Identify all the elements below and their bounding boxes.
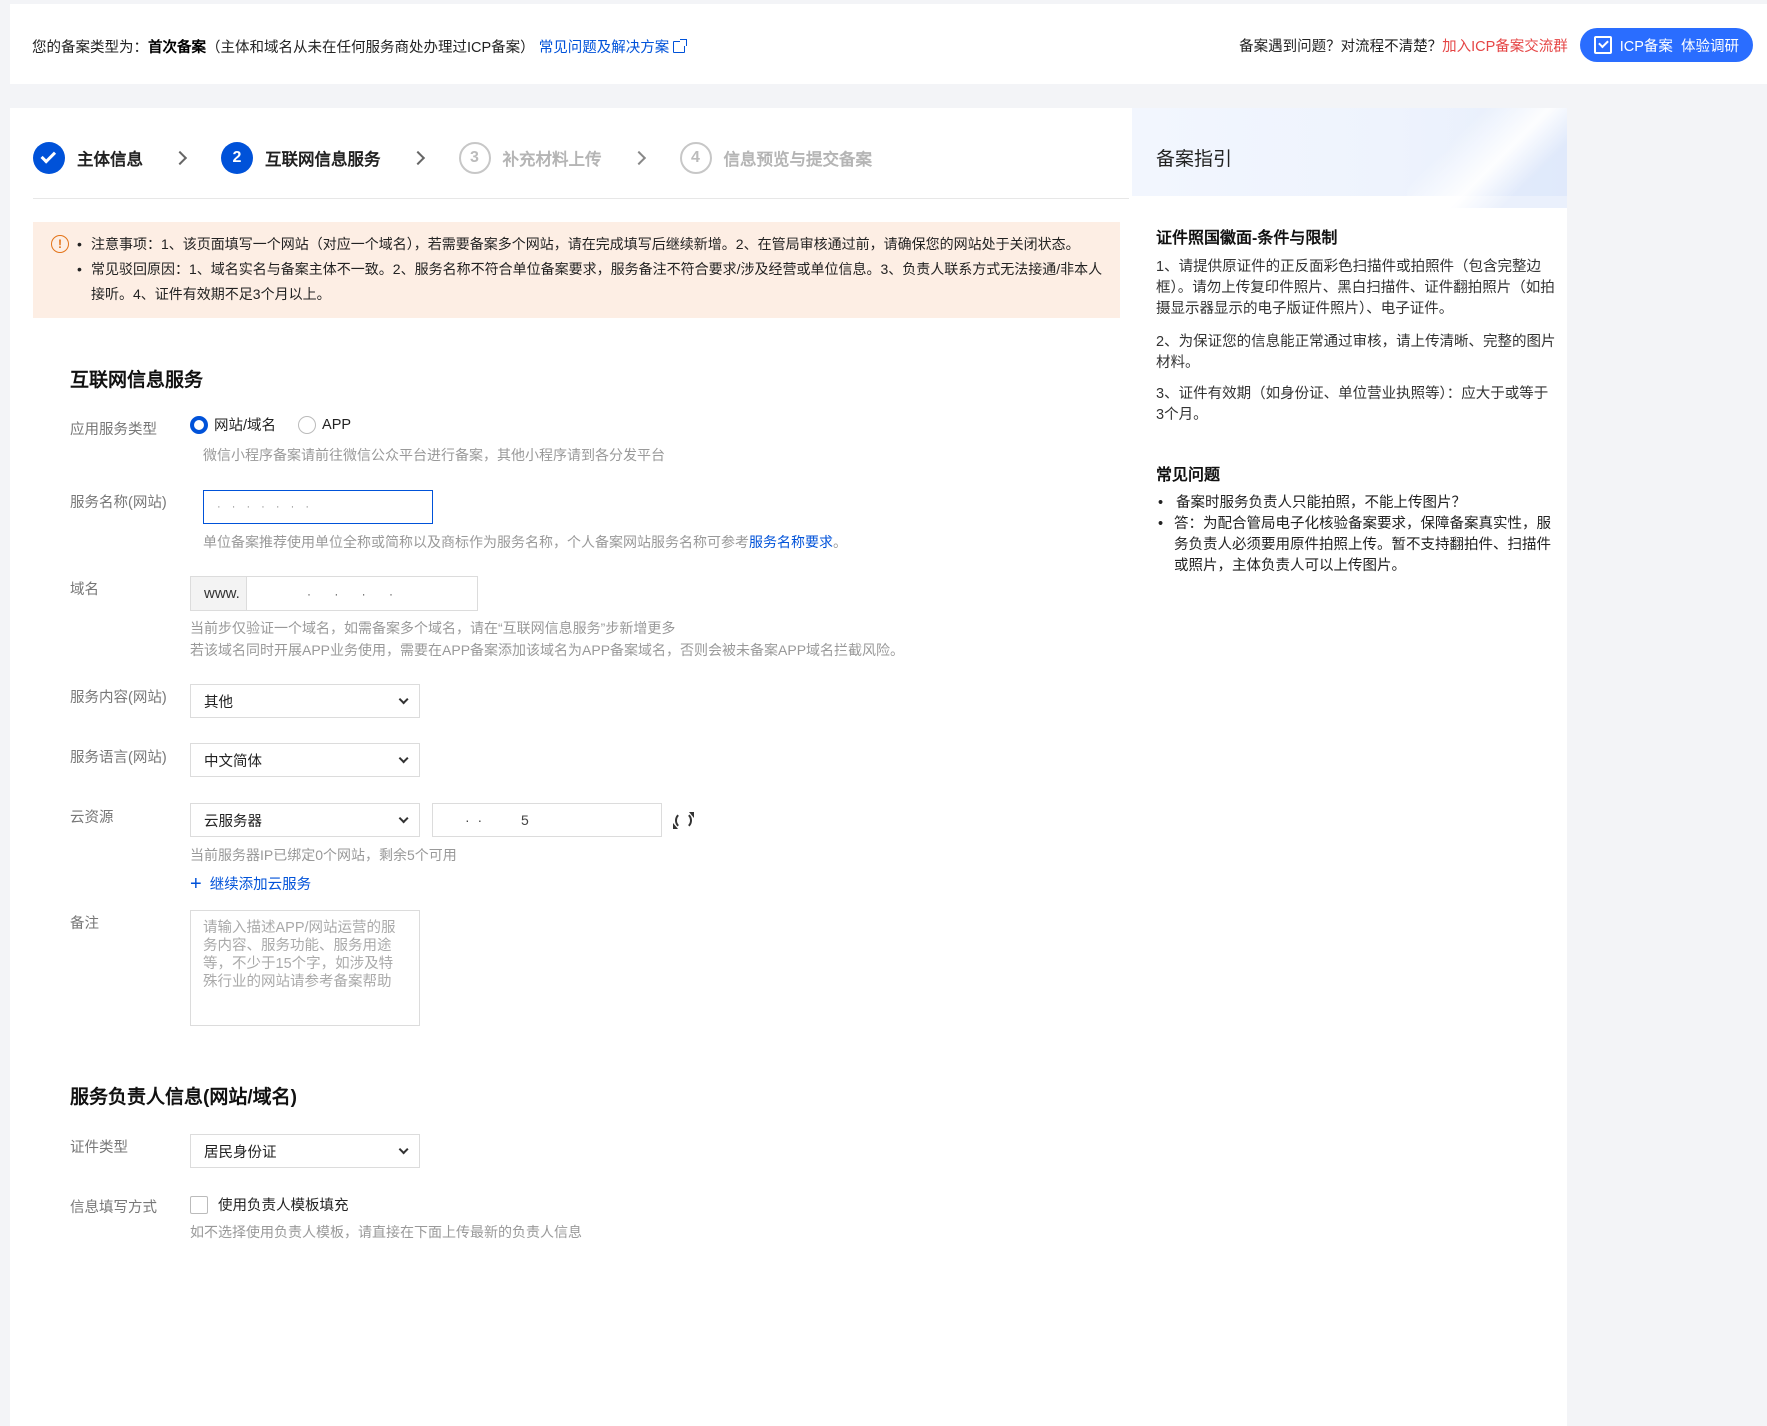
id-type-select[interactable]: 居民身份证 [190,1134,420,1168]
guide-paragraph: 1、请提供原证件的正反面彩色扫描件或拍照件（包含完整边框）。请勿上传复印件照片、… [1156,259,1555,317]
step-label: 主体信息 [77,151,143,169]
language-label: 服务语言(网站) [70,750,167,766]
radio-icon [298,415,317,434]
add-cloud-button[interactable]: + 继续添加云服务 [190,873,311,894]
chevron-down-icon [398,812,409,823]
guide-paragraph: 3、证件有效期（如身份证、单位营业执照等）：应大于或等于3个月。 [1156,386,1549,423]
refresh-icon[interactable] [673,812,694,829]
filing-type-info: 您的备案类型为：首次备案（主体和域名从未在任何服务商处办理过ICP备案） 常见问… [32,36,688,57]
step-label: 互联网信息服务 [265,151,381,169]
cloud-label: 云资源 [70,810,114,826]
step-number: 3 [458,142,491,174]
cloud-help: 当前服务器IP已绑定0个网站，剩余5个可用 [190,847,457,863]
faq-list: 备案时服务负责人只能拍照，不能上传图片？ 答：为配合管局电子化核验备案要求，保障… [1156,493,1556,577]
faq-question: 备案时服务负责人只能拍照，不能上传图片？ [1156,493,1556,514]
fill-method-help: 如不选择使用负责人模板，请直接在下面上传最新的负责人信息 [190,1224,582,1240]
chevron-down-icon [398,1143,409,1154]
template-checkbox[interactable]: 使用负责人模板填充 [190,1194,349,1215]
domain-help-1: 当前步仅验证一个域名，如需备案多个域名，请在“互联网信息服务”步新增更多 [190,620,676,636]
remark-textarea[interactable]: 请输入描述APP/网站运营的服务内容、服务功能、服务用途等，不少于15个字，如涉… [190,910,420,1026]
filing-type-bar: 您的备案类型为：首次备案（主体和域名从未在任何服务商处办理过ICP备案） 常见问… [10,4,1767,84]
service-type-help: 微信小程序备案请前往微信公众平台进行备案，其他小程序请到各分发平台 [203,447,665,463]
step-number: 2 [221,142,253,174]
guide-title: 备案指引 [1156,149,1233,170]
content-select[interactable]: 其他 [190,684,420,718]
service-name-input[interactable]: · · · · · · · [203,490,433,524]
step-4: 4 信息预览与提交备案 [679,142,873,174]
service-name-help: 单位备案推荐使用单位全称或简称以及商标作为服务名称，个人备案网站服务名称可参考服… [203,534,847,550]
filing-type-desc: （主体和域名从未在任何服务商处办理过ICP备案） [206,40,535,56]
service-type-radio-group: 网站/域名 APP [190,414,373,435]
domain-value: · · · · [307,586,403,601]
domain-prefix: www. [191,577,247,610]
faq-answer: 答：为配合管局电子化核验备案要求，保障备案真实性，服务负责人必须要用原件拍照上传… [1156,514,1556,577]
content-label: 服务内容(网站) [70,690,167,706]
radio-checked-icon [190,415,208,434]
step-2[interactable]: 2 互联网信息服务 [221,142,381,174]
help-area: 备案遇到问题？对流程不清楚？ 加入ICP备案交流群 ICP备案 体验调研 [1239,28,1753,62]
id-type-label: 证件类型 [70,1140,128,1156]
join-group-link[interactable]: 加入ICP备案交流群 [1442,35,1568,56]
chevron-right-icon [410,150,425,166]
section-title: 互联网信息服务 [70,370,204,391]
plus-icon: + [190,872,202,895]
step-3: 3 补充材料上传 [458,142,602,174]
warning-icon: ! [51,235,69,253]
step-indicator: 主体信息 2 互联网信息服务 3 补充材料上传 4 信息预览与提交备案 [33,142,872,174]
chevron-right-icon [631,150,646,166]
chevron-down-icon [398,693,409,704]
step-number: 4 [679,142,712,174]
step-1[interactable]: 主体信息 [33,142,143,174]
notice-item: 注意事项：1、该页面填写一个网站（对应一个域名），若需要备案多个网站，请在完成填… [77,232,1107,257]
service-name-label: 服务名称(网站) [70,495,167,511]
step-label: 补充材料上传 [502,151,602,169]
step-label: 信息预览与提交备案 [723,151,873,169]
filing-type-prefix: 您的备案类型为： [32,40,148,56]
check-icon [33,142,65,174]
guide-paragraph: 2、为保证您的信息能正常通过审核，请上传清晰、完整的图片材料。 [1156,334,1556,371]
service-type-label: 应用服务类型 [70,422,157,438]
divider [33,198,1129,199]
notice-banner: ! 注意事项：1、该页面填写一个网站（对应一个域名），若需要备案多个网站，请在完… [33,222,1120,318]
domain-label: 域名 [70,582,99,598]
faq-title: 常见问题 [1156,467,1221,484]
radio-website[interactable]: 网站/域名 [190,414,276,435]
filing-type-value: 首次备案 [148,40,206,56]
guide-subtitle: 证件照国徽面-条件与限制 [1156,230,1338,247]
language-select[interactable]: 中文简体 [190,743,420,777]
checkbox-icon [190,1195,208,1214]
remark-label: 备注 [70,916,99,932]
help-question: 备案遇到问题？对流程不清楚？ [1239,38,1443,55]
chevron-right-icon [172,150,188,166]
guide-panel: 备案指引 证件照国徽面-条件与限制 1、请提供原证件的正反面彩色扫描件或拍照件（… [1132,108,1567,1426]
survey-button[interactable]: ICP备案 体验调研 [1579,28,1753,62]
faq-link[interactable]: 常见问题及解决方案 [539,39,688,56]
notice-item: 常见驳回原因：1、域名实名与备案主体不一致。2、服务名称不符合单位备案要求，服务… [77,257,1107,307]
fill-method-label: 信息填写方式 [70,1200,157,1216]
radio-app[interactable]: APP [298,415,351,434]
service-name-rule-link[interactable]: 服务名称要求 [749,534,833,550]
cloud-type-select[interactable]: 云服务器 [190,803,420,837]
domain-input[interactable]: www. · · · · [190,576,478,611]
cloud-ip-select[interactable]: · · 5 [432,803,662,837]
domain-help-2: 若该域名同时开展APP业务使用，需要在APP备案添加该域名为APP备案域名，否则… [190,642,905,658]
external-link-icon [673,39,688,53]
owner-section-title: 服务负责人信息(网站/域名) [70,1087,297,1108]
survey-icon [1593,36,1612,54]
chevron-down-icon [398,752,409,763]
